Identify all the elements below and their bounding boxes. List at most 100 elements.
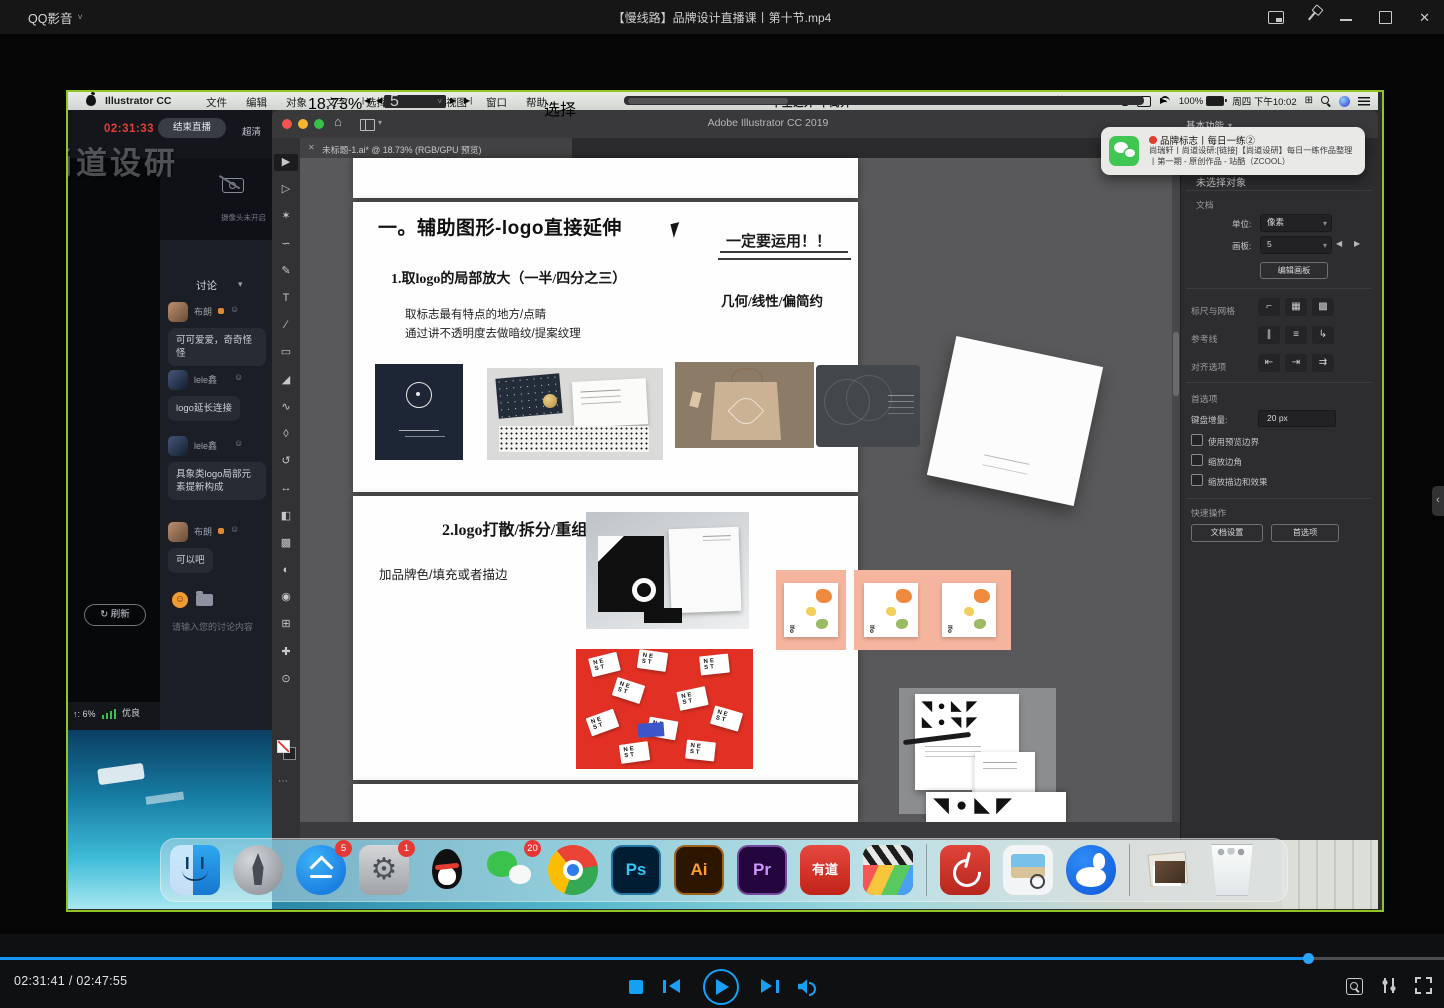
preview-bounds-checkbox[interactable] [1191,434,1203,446]
minimize-traffic-light[interactable] [298,119,308,129]
fullscreen-icon[interactable] [1415,977,1432,994]
mesh-tool-icon[interactable]: ▩ [274,535,298,552]
lasso-tool-icon[interactable]: ∽ [274,236,298,253]
next-button[interactable] [761,979,779,994]
type-tool-icon[interactable]: T [274,290,298,307]
scrollbar-thumb[interactable] [628,98,788,104]
end-stream-button[interactable]: 结束直播 [158,118,226,138]
rectangle-tool-icon[interactable]: ▭ [274,344,298,361]
next-artboard-icon[interactable]: ▶ [1354,239,1360,248]
close-icon[interactable]: ✕ [1419,11,1430,24]
prev-artboard-icon[interactable]: ◀ [376,96,382,105]
menu-file[interactable]: 文件 [206,95,227,110]
menubar-app-name[interactable]: Illustrator CC [105,95,172,107]
progress-bar[interactable] [0,957,1444,960]
apple-logo-icon[interactable] [86,95,96,106]
fill-swatch[interactable] [277,740,290,753]
scrollbar-thumb[interactable] [1173,332,1179,396]
menu-object[interactable]: 对象 [286,95,307,110]
app-menu-button[interactable]: QQ影音 ˅ [28,8,83,27]
eyedropper-tool-icon[interactable]: ◉ [274,589,298,606]
close-tab-icon[interactable]: ✕ [308,143,315,152]
document-setup-button[interactable]: 文档设置 [1191,524,1263,542]
snap-glyph-icon[interactable]: ⇉ [1312,354,1334,372]
blend-tool-icon[interactable]: ✚ [274,644,298,661]
settings-sliders-icon[interactable] [1381,978,1397,993]
direct-selection-tool-icon[interactable]: ▷ [274,181,298,198]
playlist-toggle[interactable]: ‹ [1432,486,1444,516]
netease-music-dock-icon[interactable] [940,845,990,895]
final-cut-dock-icon[interactable] [863,845,913,895]
progress-thumb[interactable] [1303,953,1314,964]
previous-button[interactable] [663,979,681,994]
folder-icon[interactable] [196,594,213,606]
selection-tool-icon[interactable]: ▶ [274,154,298,171]
prev-artboard-icon[interactable]: ◀ [1336,239,1342,248]
zoom-tool-icon[interactable]: ⊙ [274,671,298,688]
rotate-tool-icon[interactable]: ↺ [274,453,298,470]
canvas-vertical-scrollbar[interactable] [1172,158,1180,822]
zoom-traffic-light[interactable] [314,119,324,129]
video-frame[interactable]: Illustrator CC 文件 编辑 对象 文字 选择 效果 视图 窗口 帮… [66,90,1384,912]
scale-tool-icon[interactable]: ↔ [274,480,298,497]
artboard-tool-icon[interactable]: ⊞ [274,616,298,633]
qq-dock-icon[interactable] [422,845,472,895]
refresh-button[interactable]: ↻ 刷新 [84,604,146,626]
screen-recognition-icon[interactable] [1346,978,1363,995]
lock-guides-icon[interactable]: ≡ [1285,326,1307,344]
siri-icon[interactable] [1339,96,1350,107]
artboard-navigator[interactable]: 5 ˅ [384,95,446,108]
discussion-input[interactable]: 请输入您的讨论内容 [172,620,253,633]
illustrator-dock-icon[interactable]: Ai [674,845,724,895]
pencil-tool-icon[interactable]: ∿ [274,399,298,416]
toolbar-more-icon[interactable]: ⋯ [278,776,288,787]
shape-builder-tool-icon[interactable]: ◧ [274,508,298,525]
launchpad-dock-icon[interactable] [233,845,283,895]
notification-center-icon[interactable] [1358,97,1370,106]
gradient-tool-icon[interactable]: ◐ [274,562,298,579]
next-artboard-icon[interactable]: ▶ [450,96,456,105]
first-artboard-icon[interactable]: |◀ [362,96,370,105]
spotlight-search-icon[interactable] [1321,96,1331,106]
mini-mode-icon[interactable] [1268,11,1284,24]
home-icon[interactable]: ⌂ [334,114,342,129]
unit-select[interactable]: 像素 ▾ [1260,214,1332,232]
last-artboard-icon[interactable]: ▶| [464,96,472,105]
edit-artboards-button[interactable]: 编辑画板 [1260,262,1328,279]
snap-grid-icon[interactable]: ⇥ [1285,354,1307,372]
document-tab-label[interactable]: 未标题-1.ai* @ 18.73% (RGB/GPU 预览) [322,143,482,156]
xiaoetong-dock-icon[interactable] [1066,845,1116,895]
scale-strokes-checkbox[interactable] [1191,474,1203,486]
preview-dock-icon[interactable] [1003,845,1053,895]
maximize-icon[interactable] [1379,11,1392,24]
trash-dock-icon[interactable] [1206,844,1258,896]
pixel-grid-icon[interactable]: ▩ [1312,298,1334,316]
input-grid-icon[interactable]: ⊞ [1305,96,1313,106]
battery-indicator[interactable]: 100% [1179,96,1224,107]
scroll-right-icon[interactable]: ▶ [1160,96,1166,105]
preferences-button[interactable]: 首选项 [1271,524,1339,542]
finder-dock-icon[interactable] [170,845,220,895]
pin-icon[interactable] [1308,12,1316,21]
system-preferences-dock-icon[interactable]: ⚙1 [359,845,409,895]
chrome-dock-icon[interactable] [548,845,598,895]
youdao-dock-icon[interactable]: 有道 [800,845,850,895]
magic-wand-tool-icon[interactable]: ✶ [274,208,298,225]
keyboard-increment-field[interactable]: 20 px [1258,410,1336,427]
stream-quality-label[interactable]: 超清 [242,124,261,138]
artboard-select[interactable]: 5 ▾ [1260,236,1332,254]
play-button[interactable] [703,969,739,1005]
minimize-icon[interactable] [1340,19,1352,21]
wechat-notification[interactable]: 品牌标志丨每日一练② 尚瑞轩丨尚道设研:[链接]【尚道设研】每日一练作品整理丨第… [1101,127,1365,175]
menu-edit[interactable]: 编辑 [246,95,267,110]
stop-button[interactable] [629,980,643,994]
menu-window[interactable]: 窗口 [486,95,507,110]
zoom-level[interactable]: 18.73% [308,96,362,114]
scale-corners-checkbox[interactable] [1191,454,1203,466]
files-dock-icon[interactable] [1143,845,1193,895]
emoji-picker-icon[interactable]: ☺ [172,592,188,608]
wechat-dock-icon[interactable]: 20 [485,845,535,895]
ruler-icon[interactable]: ⌐ [1258,298,1280,316]
snap-point-icon[interactable]: ⇤ [1258,354,1280,372]
show-guides-icon[interactable]: ∥ [1258,326,1280,344]
